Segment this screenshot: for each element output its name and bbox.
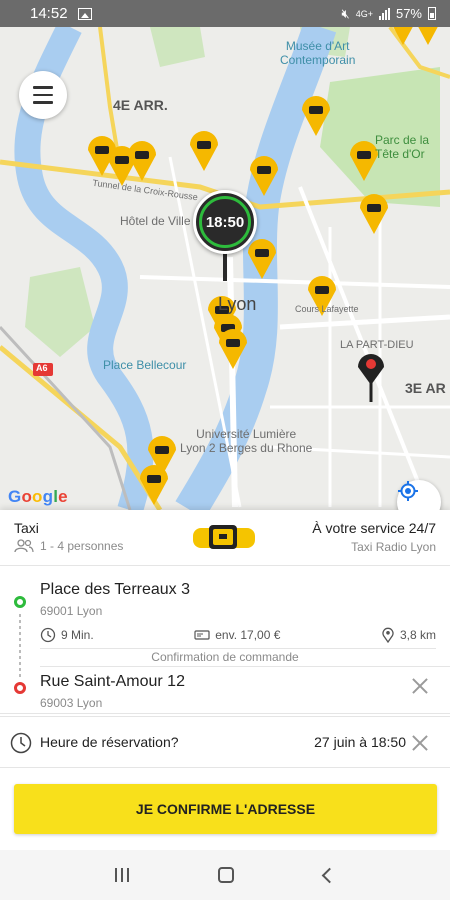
divider	[40, 666, 450, 667]
pickup-pin-stem	[223, 251, 227, 281]
reservation-label: Heure de réservation?	[40, 734, 179, 750]
origin-city: 69001 Lyon	[40, 604, 103, 618]
price-text: env. 17,00 €	[215, 628, 281, 642]
destination-city: 69003 Lyon	[40, 696, 103, 710]
map-label-partdieu: LA PART-DIEU	[340, 339, 414, 351]
map-label-parc: Parc de la Tête d'Or	[375, 133, 430, 161]
recent-apps-icon[interactable]	[114, 868, 129, 882]
trip-duration: 9 Min.	[40, 627, 94, 643]
network-type: 4G+	[355, 8, 373, 19]
battery-percent: 57%	[395, 6, 422, 21]
signal-icon	[378, 7, 390, 20]
vehicle-type: Taxi	[14, 520, 39, 536]
capacity: 1 - 4 personnes	[14, 539, 123, 553]
confirmation-note: Confirmation de commande	[151, 650, 299, 664]
clock-icon	[10, 732, 32, 754]
hamburger-icon	[33, 86, 53, 89]
status-time: 14:52	[30, 5, 68, 22]
reservation-value: 27 juin à 18:50	[314, 734, 406, 750]
confirm-address-button[interactable]: JE CONFIRME L'ADRESSE	[14, 784, 437, 834]
map-label-lyon: Lyon	[218, 294, 257, 314]
clear-destination-icon[interactable]	[412, 678, 428, 694]
route-connector	[19, 614, 21, 678]
back-icon[interactable]	[321, 867, 338, 883]
gallery-notification-icon	[77, 7, 92, 20]
divider	[40, 648, 436, 649]
home-icon[interactable]	[218, 867, 235, 883]
company-name: Taxi Radio Lyon	[351, 540, 436, 554]
android-nav-bar	[0, 850, 450, 900]
trip-price: env. 17,00 €	[194, 628, 280, 642]
trip-stats: 9 Min. env. 17,00 € 3,8 km	[40, 623, 436, 647]
route-details: Place des Terreaux 3 69001 Lyon 9 Min. e…	[0, 566, 450, 714]
location-pin-icon	[382, 627, 394, 643]
map-label-musee: Musée d'Art Contemporain	[280, 39, 356, 67]
map-label-lafayette: Cours Lafayette	[295, 304, 359, 314]
map-label-univ: Université Lumière Lyon 2 Berges du Rhon…	[180, 427, 313, 455]
vehicle-row[interactable]: Taxi 1 - 4 personnes À votre service 24/…	[0, 510, 450, 566]
trip-distance: 3,8 km	[381, 627, 436, 643]
capacity-text: 1 - 4 personnes	[40, 539, 124, 553]
status-bar: 14:52 🔇︎ 4G+ 57%	[0, 0, 450, 27]
clock-icon	[40, 627, 56, 643]
crosshair-icon	[398, 481, 418, 501]
pickup-time: 18:50	[199, 196, 251, 248]
taxi-car-icon	[193, 525, 255, 549]
map-label-a6: A6	[36, 363, 48, 373]
mute-icon: 🔇︎	[341, 5, 350, 21]
map-label-bellecour: Place Bellecour	[103, 358, 187, 372]
people-icon	[14, 539, 34, 553]
distance-text: 3,8 km	[399, 628, 436, 642]
reservation-row[interactable]: Heure de réservation? 27 juin à 18:50	[0, 716, 450, 768]
map-label-arr4: 4E ARR.	[113, 97, 168, 113]
pickup-time-pin[interactable]: 18:50	[193, 190, 257, 254]
origin-address[interactable]: Place des Terreaux 3	[40, 581, 190, 599]
menu-button[interactable]	[19, 71, 67, 119]
duration-text: 9 Min.	[61, 628, 94, 642]
service-hours: À votre service 24/7	[312, 520, 436, 536]
google-logo: Google	[8, 487, 68, 506]
destination-address[interactable]: Rue Saint-Amour 12	[40, 673, 185, 691]
cash-icon	[194, 630, 210, 640]
destination-marker-icon	[14, 682, 26, 694]
battery-icon	[428, 7, 436, 20]
map-view[interactable]: 4E ARR. 3E AR Musée d'Art Contemporain P…	[0, 27, 450, 510]
origin-marker-icon	[14, 596, 26, 608]
clear-reservation-icon[interactable]	[412, 735, 428, 751]
map-label-arr3: 3E AR	[405, 380, 446, 396]
